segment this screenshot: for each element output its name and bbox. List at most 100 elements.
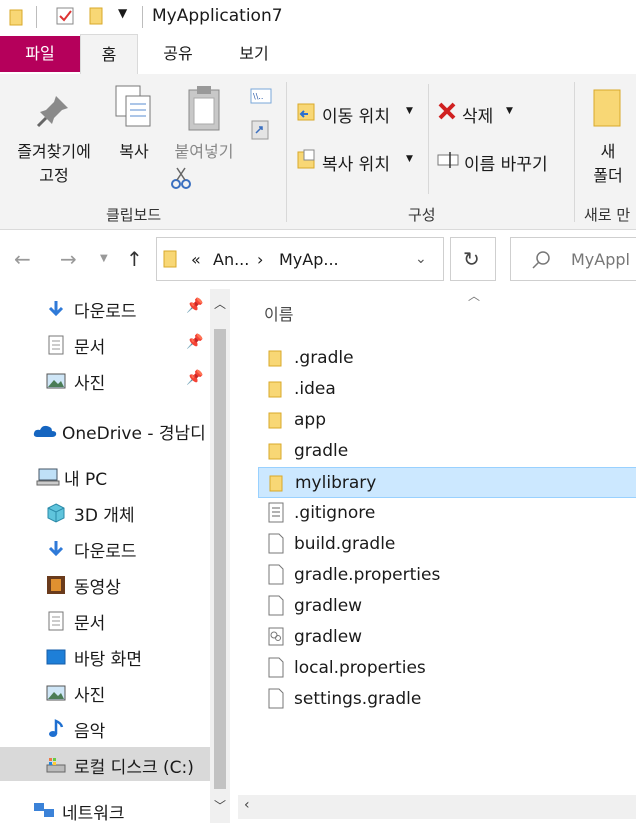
ribbon-separator — [574, 82, 575, 222]
file-name: settings.gradle — [294, 689, 422, 709]
3d-objects-icon — [47, 503, 65, 523]
file-icon — [268, 595, 284, 616]
document-icon — [48, 335, 64, 355]
search-box[interactable]: MyAppl — [510, 237, 636, 281]
move-to-button[interactable]: 이동 위치 ▼ — [296, 98, 420, 127]
nav-item-label: OneDrive - 경남디 — [62, 424, 206, 444]
up-arrow-icon[interactable]: ↑ — [126, 247, 143, 271]
new-label-1: 새 — [600, 142, 616, 161]
copy-to-button[interactable]: 복사 위치 ▼ — [296, 146, 420, 175]
nav-item-label: 다운로드 — [74, 542, 137, 562]
folder-row[interactable]: mylibrary — [258, 467, 636, 498]
properties-check-icon[interactable] — [54, 5, 76, 27]
nav-item-music[interactable]: 음악 — [0, 711, 210, 745]
file-row[interactable]: settings.gradle — [258, 684, 636, 715]
new-folder-icon[interactable] — [88, 6, 106, 26]
move-to-dropdown-icon: ▼ — [406, 106, 413, 116]
folder-row[interactable]: .idea — [258, 374, 636, 405]
scroll-up-chevron-icon[interactable]: ︿ — [214, 295, 226, 312]
nav-scrollbar[interactable]: ︿ ﹀ — [210, 289, 230, 823]
delete-dropdown-icon: ▼ — [506, 106, 513, 116]
file-name: gradle.properties — [294, 565, 441, 585]
file-row[interactable]: gradlew — [258, 622, 636, 653]
file-row[interactable]: build.gradle — [258, 529, 636, 560]
address-row: ← → ▼ ↑ « An... › MyAp... ⌄ ↻ MyAppl — [0, 231, 636, 289]
column-header-name[interactable]: 이름 — [264, 301, 293, 325]
scroll-left-chevron-icon[interactable]: ‹ — [244, 797, 250, 813]
ribbon-tabs: 파일 홈 공유 보기 — [0, 34, 636, 75]
copy-icon — [115, 85, 151, 127]
computer-icon — [36, 468, 60, 486]
tab-share[interactable]: 공유 — [146, 34, 210, 74]
folder-row[interactable]: gradle — [258, 436, 636, 467]
horizontal-scrollbar[interactable]: ‹ — [238, 795, 636, 819]
file-row[interactable]: .gitignore — [258, 498, 636, 529]
folder-icon[interactable] — [8, 8, 26, 26]
nav-item-documents[interactable]: 문서 📌 — [0, 327, 210, 361]
file-name: .idea — [294, 379, 336, 399]
tab-home[interactable]: 홈 — [80, 34, 138, 75]
paste-label: 붙여넣기 — [174, 142, 234, 161]
cut-icon[interactable] — [170, 166, 192, 190]
nav-item-documents[interactable]: 문서 — [0, 603, 210, 637]
breadcrumb-chevron-icon[interactable]: › — [257, 250, 263, 269]
folder-row[interactable]: app — [258, 405, 636, 436]
paste-icon — [188, 86, 220, 131]
breadcrumb-overflow[interactable]: « — [191, 250, 201, 269]
forward-arrow-icon[interactable]: → — [60, 247, 77, 271]
copy-to-dropdown-icon: ▼ — [406, 154, 413, 164]
organize-separator — [428, 84, 429, 194]
recent-locations-chevron-icon[interactable]: ▼ — [100, 253, 108, 264]
nav-item-pictures[interactable]: 사진 — [0, 675, 210, 709]
scroll-down-chevron-icon[interactable]: ﹀ — [214, 797, 226, 814]
new-label-2: 폴더 — [593, 166, 623, 185]
address-bar[interactable]: « An... › MyAp... ⌄ — [156, 237, 444, 281]
delete-button[interactable]: 삭제 ▼ — [436, 98, 520, 127]
tab-file[interactable]: 파일 — [0, 36, 80, 72]
breadcrumb-item[interactable]: An... — [213, 250, 249, 269]
qat-dropdown-icon[interactable]: ▼ — [118, 6, 127, 20]
nav-item-desktop[interactable]: 바탕 화면 — [0, 639, 210, 673]
nav-item-label: 사진 — [74, 374, 106, 394]
nav-item-local-disk[interactable]: 로컬 디스크 (C:) — [0, 747, 210, 781]
pin-to-quick-access-button[interactable]: 즐겨찾기에 고정 — [0, 74, 108, 194]
nav-item-onedrive[interactable]: OneDrive - 경남디 — [0, 413, 210, 447]
script-file-icon — [268, 627, 284, 646]
file-row[interactable]: gradlew — [258, 591, 636, 622]
sort-ascending-chevron-icon: ︿ — [468, 289, 481, 303]
folder-icon — [163, 250, 177, 268]
address-dropdown-chevron-icon[interactable]: ⌄ — [415, 251, 427, 267]
onedrive-cloud-icon — [33, 425, 57, 437]
file-row[interactable]: gradle.properties — [258, 560, 636, 591]
nav-item-network[interactable]: 네트워크 — [0, 793, 210, 827]
paste-button[interactable]: 붙여넣기 — [162, 74, 246, 174]
navigation-pane: 다운로드 📌 문서 📌 사진 📌 OneDrive - 경남디 내 PC 3D … — [0, 289, 230, 824]
folder-icon — [268, 412, 282, 429]
copy-path-icon[interactable]: \\.. — [250, 88, 272, 104]
svg-text:\\..: \\.. — [253, 92, 263, 101]
nav-item-this-pc[interactable]: 내 PC — [0, 459, 210, 493]
move-to-label: 이동 위치 — [322, 107, 390, 127]
pin-label-2: 고정 — [39, 166, 69, 185]
nav-item-downloads[interactable]: 다운로드 — [0, 531, 210, 565]
nav-scroll-thumb[interactable] — [214, 329, 226, 789]
nav-item-3d-objects[interactable]: 3D 개체 — [0, 495, 210, 529]
copy-to-label: 복사 위치 — [322, 155, 390, 175]
new-folder-button[interactable]: 새 폴더 — [580, 74, 636, 194]
folder-icon — [268, 381, 282, 398]
refresh-button[interactable]: ↻ — [450, 237, 496, 281]
folder-icon — [269, 475, 283, 492]
download-arrow-icon — [48, 541, 64, 557]
paste-shortcut-icon[interactable] — [250, 118, 270, 140]
copy-button[interactable]: 복사 — [108, 74, 160, 174]
breadcrumb-item[interactable]: MyAp... — [279, 250, 339, 269]
tab-view[interactable]: 보기 — [222, 34, 286, 74]
nav-item-videos[interactable]: 동영상 — [0, 567, 210, 601]
file-row[interactable]: local.properties — [258, 653, 636, 684]
folder-row[interactable]: .gradle — [258, 343, 636, 374]
nav-item-downloads[interactable]: 다운로드 📌 — [0, 291, 210, 325]
nav-item-pictures[interactable]: 사진 📌 — [0, 363, 210, 397]
file-icon — [268, 688, 284, 709]
rename-button[interactable]: 이름 바꾸기 — [436, 146, 566, 175]
back-arrow-icon[interactable]: ← — [14, 247, 31, 271]
